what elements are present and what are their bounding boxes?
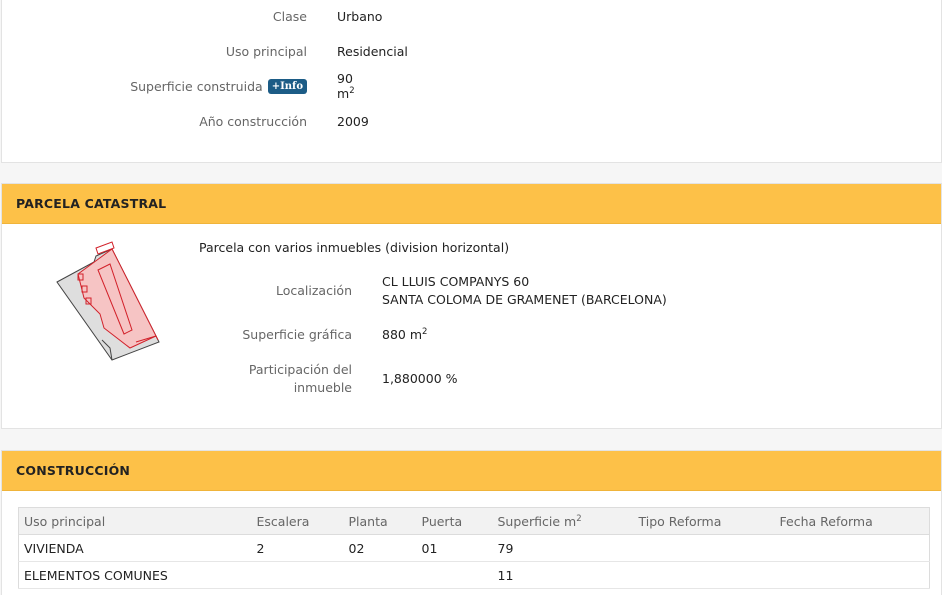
cell-tipo-reforma xyxy=(633,561,775,589)
cell-uso: VIVIENDA xyxy=(18,534,252,562)
cell-fecha-reforma xyxy=(774,561,930,589)
cell-tipo-reforma xyxy=(633,534,775,562)
cell-planta xyxy=(343,561,417,589)
parcela-description: Parcela con varios inmuebles (division h… xyxy=(199,240,510,255)
construccion-header: CONSTRUCCIÓN xyxy=(2,451,941,491)
cell-uso: ELEMENTOS COMUNES xyxy=(18,561,252,589)
info-button[interactable]: +Info xyxy=(267,78,307,94)
superficie-construida-label: Superficie construida xyxy=(130,78,263,94)
col-header-superficie: Superficie m2 xyxy=(492,507,634,535)
clase-value: Urbano xyxy=(337,8,383,24)
participacion-label-line2: inmueble xyxy=(293,380,352,395)
cell-escalera xyxy=(251,561,344,589)
superficie-construida-value: 90 m2 xyxy=(337,71,355,101)
localizacion-label: Localización xyxy=(275,283,352,298)
construccion-title: CONSTRUCCIÓN xyxy=(16,463,131,478)
col-header-fecha-reforma: Fecha Reforma xyxy=(774,507,930,535)
inmueble-info-panel: Clase Urbano Uso principal Residencial S… xyxy=(1,0,942,163)
cell-planta: 02 xyxy=(343,534,417,562)
participacion-label-line1: Participación del xyxy=(248,362,352,377)
cell-superficie: 79 xyxy=(492,534,634,562)
construccion-panel: CONSTRUCCIÓN Uso principal Escalera Plan… xyxy=(1,450,942,595)
localizacion-line2: SANTA COLOMA DE GRAMENET (BARCELONA) xyxy=(382,292,667,307)
superficie-construida-label-group: Superficie construida +Info xyxy=(2,78,307,94)
superficie-grafica-label: Superficie gráfica xyxy=(242,327,352,342)
parcela-header: PARCELA CATASTRAL xyxy=(2,184,941,224)
parcela-catastral-panel: PARCELA CATASTRAL Parcela con varios inm… xyxy=(1,183,942,429)
clase-label: Clase xyxy=(272,8,307,24)
participacion-value: 1,880000 % xyxy=(382,371,458,386)
table-header-row: Uso principal Escalera Planta Puerta Sup… xyxy=(18,507,930,535)
cell-puerta: 01 xyxy=(416,534,493,562)
superficie-grafica-value: 880 m2 xyxy=(382,327,427,342)
ano-construccion-value: 2009 xyxy=(337,113,369,129)
superscript-2: 2 xyxy=(576,513,582,524)
superficie-grafica-number: 880 m xyxy=(382,327,423,342)
superscript-2: 2 xyxy=(349,85,355,96)
cell-superficie: 11 xyxy=(492,561,634,589)
col-header-puerta: Puerta xyxy=(416,507,493,535)
ano-construccion-label: Año construcción xyxy=(199,113,307,129)
uso-principal-value: Residencial xyxy=(337,43,408,59)
table-row: VIVIENDA 2 02 01 79 xyxy=(18,534,930,562)
parcel-map-thumbnail[interactable] xyxy=(52,236,164,364)
cell-fecha-reforma xyxy=(774,534,930,562)
uso-principal-label: Uso principal xyxy=(225,43,307,59)
cell-escalera: 2 xyxy=(251,534,344,562)
parcela-title: PARCELA CATASTRAL xyxy=(16,196,167,211)
col-header-escalera: Escalera xyxy=(251,507,344,535)
construccion-table: Uso principal Escalera Planta Puerta Sup… xyxy=(18,507,930,589)
table-row: ELEMENTOS COMUNES 11 xyxy=(18,561,930,589)
localizacion-line1: CL LLUIS COMPANYS 60 xyxy=(382,274,530,289)
cell-puerta xyxy=(416,561,493,589)
superscript-2: 2 xyxy=(422,326,428,337)
col-header-superficie-text: Superficie m xyxy=(497,513,577,529)
col-header-tipo-reforma: Tipo Reforma xyxy=(633,507,775,535)
col-header-uso-principal: Uso principal xyxy=(18,507,252,535)
col-header-planta: Planta xyxy=(343,507,417,535)
